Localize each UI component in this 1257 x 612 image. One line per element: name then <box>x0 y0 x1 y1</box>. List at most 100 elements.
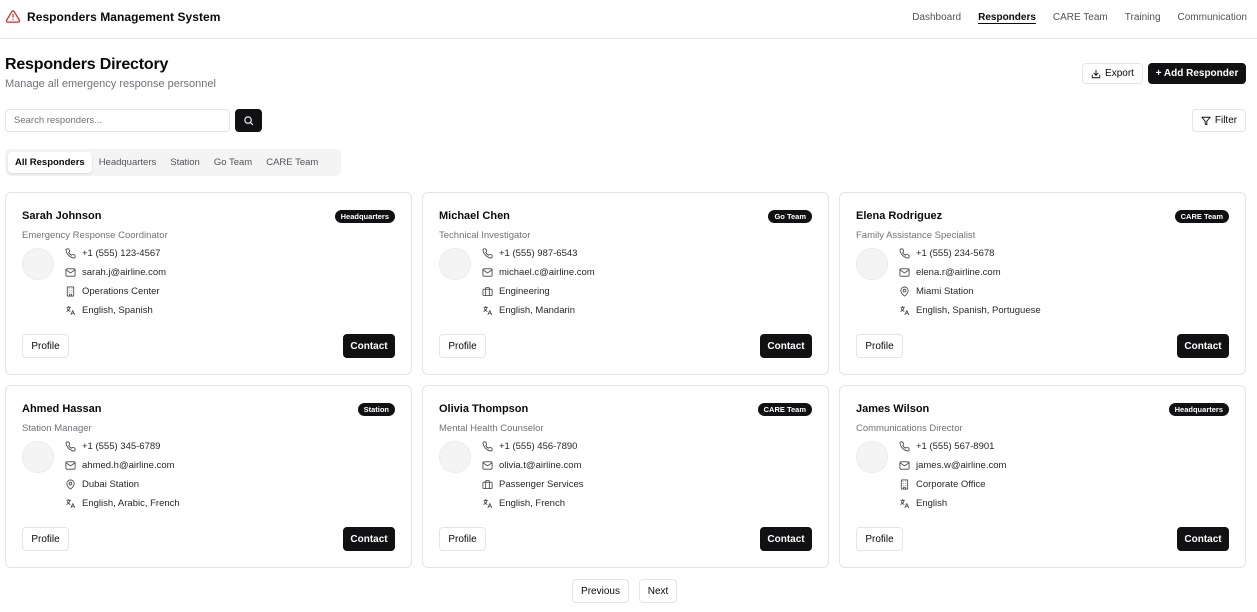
building-icon <box>66 286 75 297</box>
phone-row: +1 (555) 345-6789 <box>65 441 160 452</box>
contact-button[interactable]: Contact <box>760 334 812 358</box>
responder-name: Sarah Johnson <box>22 210 102 222</box>
top-navbar: Responders Management System Dashboard R… <box>0 0 1257 39</box>
nav-communication[interactable]: Communication <box>1178 12 1247 23</box>
email-address: olivia.t@airline.com <box>499 460 582 471</box>
page-title: Responders Directory <box>5 56 169 73</box>
phone-row: +1 (555) 234-5678 <box>899 248 994 259</box>
contact-button[interactable]: Contact <box>343 334 395 358</box>
team-badge: Headquarters <box>1168 403 1229 416</box>
mail-icon <box>65 268 76 277</box>
languages-icon <box>66 305 76 316</box>
contact-button[interactable]: Contact <box>343 527 395 551</box>
languages-text: English <box>916 498 948 509</box>
contact-button[interactable]: Contact <box>1177 334 1229 358</box>
profile-button[interactable]: Profile <box>22 527 69 551</box>
location-row: Corporate Office <box>899 479 986 490</box>
filter-button[interactable]: Filter <box>1192 109 1246 132</box>
languages-icon <box>900 305 910 316</box>
search-button[interactable] <box>235 109 262 132</box>
filter-icon <box>1201 116 1211 125</box>
contact-label: Contact <box>767 340 805 352</box>
profile-button[interactable]: Profile <box>439 334 486 358</box>
add-responder-button[interactable]: + Add Responder <box>1148 63 1246 84</box>
building-icon <box>900 479 909 490</box>
languages-text: English, Spanish, Portuguese <box>916 305 1041 316</box>
email-address: michael.c@airline.com <box>499 267 595 278</box>
nav-training[interactable]: Training <box>1125 12 1161 23</box>
download-icon <box>1091 69 1101 78</box>
next-page-button[interactable]: Next <box>639 579 677 603</box>
contact-button[interactable]: Contact <box>760 527 812 551</box>
email-address: james.w@airline.com <box>916 460 1007 471</box>
category-tabs: All Responders Headquarters Station Go T… <box>5 149 341 176</box>
profile-button[interactable]: Profile <box>856 334 903 358</box>
email-row: sarah.j@airline.com <box>65 267 166 278</box>
team-badge: CARE Team <box>757 403 812 416</box>
export-label: Export <box>1105 68 1134 79</box>
languages-icon <box>483 305 493 316</box>
languages-row: English, Mandarin <box>482 305 575 316</box>
avatar <box>22 248 54 280</box>
languages-text: English, French <box>499 498 566 509</box>
responder-name: James Wilson <box>856 403 930 415</box>
phone-number: +1 (555) 456-7890 <box>499 441 578 452</box>
languages-row: English, Spanish, Portuguese <box>899 305 1041 316</box>
contact-label: Contact <box>350 340 388 352</box>
profile-label: Profile <box>865 533 894 545</box>
email-row: olivia.t@airline.com <box>482 460 582 471</box>
responder-card: Sarah Johnson Emergency Response Coordina… <box>5 192 412 375</box>
languages-row: English <box>899 498 947 509</box>
responder-role: Station Manager <box>22 423 92 434</box>
profile-button[interactable]: Profile <box>439 527 486 551</box>
profile-button[interactable]: Profile <box>22 334 69 358</box>
responder-name: Ahmed Hassan <box>22 403 102 415</box>
email-row: elena.r@airline.com <box>899 267 1001 278</box>
previous-label: Previous <box>581 585 620 597</box>
responder-name: Michael Chen <box>439 210 510 222</box>
tab-go-team[interactable]: Go Team <box>207 152 259 173</box>
contact-button[interactable]: Contact <box>1177 527 1229 551</box>
profile-label: Profile <box>865 340 894 352</box>
languages-icon <box>900 498 910 509</box>
next-label: Next <box>647 585 669 597</box>
tab-station[interactable]: Station <box>163 152 207 173</box>
briefcase-icon <box>482 286 493 297</box>
previous-page-button[interactable]: Previous <box>572 579 629 603</box>
responder-role: Communications Director <box>856 423 963 434</box>
mail-icon <box>899 461 910 470</box>
nav-responders[interactable]: Responders <box>978 12 1036 23</box>
responder-name: Elena Rodriguez <box>856 210 943 222</box>
avatar <box>439 441 471 473</box>
export-button[interactable]: Export <box>1082 63 1143 84</box>
filter-label: Filter <box>1214 115 1238 126</box>
nav-care-team[interactable]: CARE Team <box>1053 12 1108 23</box>
mail-icon <box>65 461 76 470</box>
location-text: Engineering <box>499 286 550 297</box>
location-text: Miami Station <box>916 286 974 297</box>
responder-role: Emergency Response Coordinator <box>22 230 168 241</box>
phone-row: +1 (555) 987-6543 <box>482 248 577 259</box>
page-subtitle: Manage all emergency response personnel <box>5 78 216 90</box>
tab-care-team[interactable]: CARE Team <box>259 152 325 173</box>
team-badge: Headquarters <box>334 210 395 223</box>
avatar <box>439 248 471 280</box>
profile-label: Profile <box>31 340 60 352</box>
languages-text: English, Arabic, French <box>82 498 180 509</box>
email-address: ahmed.h@airline.com <box>82 460 175 471</box>
languages-text: English, Spanish <box>82 305 153 316</box>
profile-label: Profile <box>448 340 477 352</box>
languages-icon <box>66 498 76 509</box>
contact-label: Contact <box>767 533 805 545</box>
map-pin-icon <box>66 479 75 490</box>
location-text: Operations Center <box>82 286 160 297</box>
tab-headquarters[interactable]: Headquarters <box>92 152 164 173</box>
responder-card: Elena Rodriguez Family Assistance Special… <box>839 192 1246 375</box>
search-input[interactable] <box>5 109 230 132</box>
profile-button[interactable]: Profile <box>856 527 903 551</box>
phone-row: +1 (555) 456-7890 <box>482 441 577 452</box>
nav-dashboard[interactable]: Dashboard <box>912 12 961 23</box>
tab-all-responders[interactable]: All Responders <box>8 152 92 173</box>
languages-row: English, Spanish <box>65 305 153 316</box>
avatar <box>22 441 54 473</box>
